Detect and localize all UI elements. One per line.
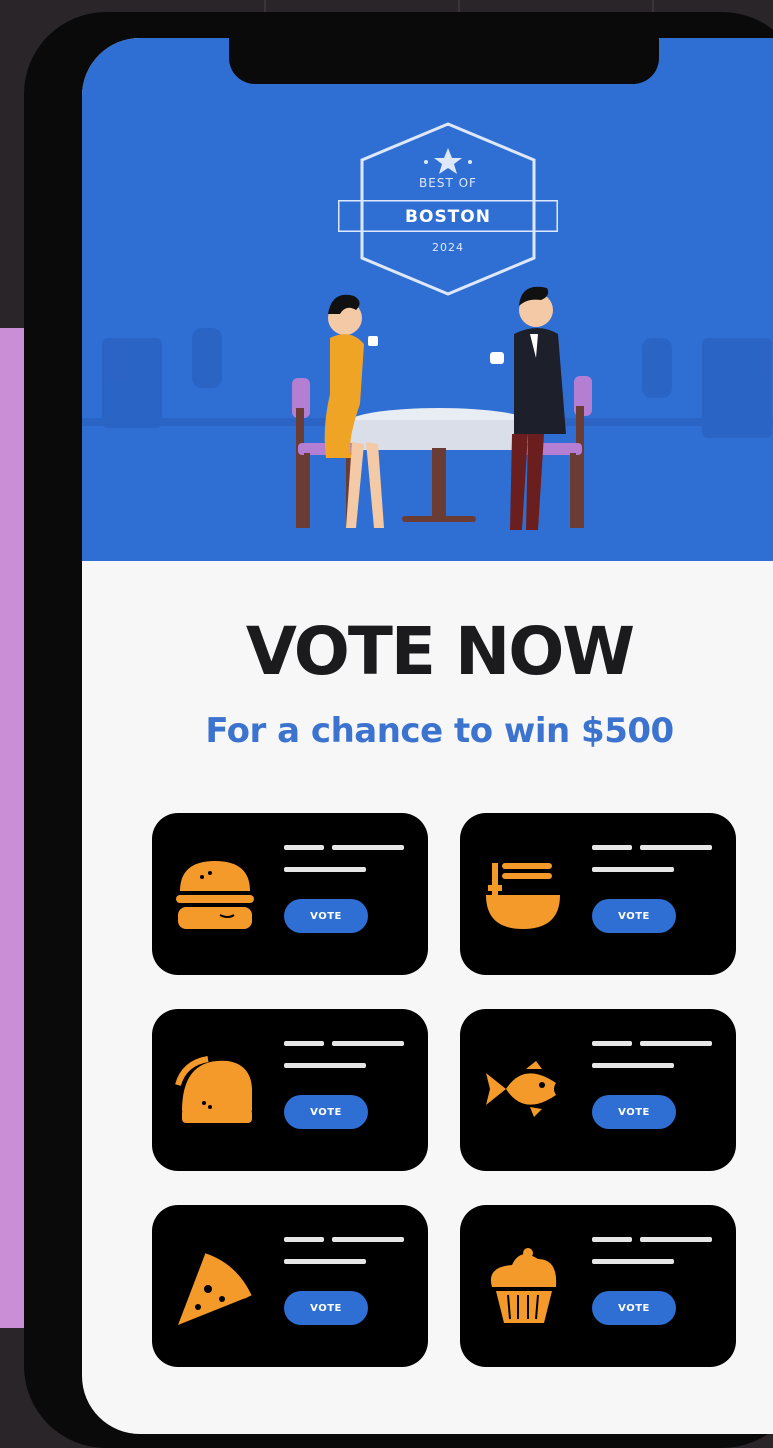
category-card-cupcake[interactable]: VOTE <box>460 1205 736 1367</box>
badge-top-text: BEST OF <box>419 176 477 190</box>
text-placeholder-line <box>284 867 366 872</box>
text-placeholder-line <box>592 1259 674 1264</box>
badge-city: BOSTON <box>405 207 491 227</box>
text-placeholder-line <box>284 1041 324 1046</box>
text-placeholder-line <box>592 867 674 872</box>
text-placeholder-line <box>332 845 404 850</box>
vote-button[interactable]: VOTE <box>284 1095 368 1129</box>
text-placeholder-line <box>284 1237 324 1242</box>
vote-button[interactable]: VOTE <box>284 899 368 933</box>
noodle-bowl-icon <box>486 863 560 929</box>
badge-year: 2024 <box>432 241 464 254</box>
text-placeholder-line <box>332 1237 404 1242</box>
fish-icon <box>486 1061 556 1117</box>
text-placeholder-line <box>284 1259 366 1264</box>
category-card-fish[interactable]: VOTE <box>460 1009 736 1171</box>
text-placeholder-line <box>592 1063 674 1068</box>
category-card-burger[interactable]: VOTE <box>152 813 428 975</box>
best-of-badge: BEST OF BOSTON 2024 <box>338 118 558 298</box>
text-placeholder-line <box>592 1041 632 1046</box>
page-title: VOTE NOW <box>245 613 635 690</box>
burger-icon <box>176 861 254 929</box>
text-placeholder-line <box>332 1041 404 1046</box>
category-card-pizza[interactable]: VOTE <box>152 1205 428 1367</box>
hero-banner: BEST OF BOSTON 2024 <box>82 38 773 561</box>
text-placeholder-line <box>284 1063 366 1068</box>
phone-frame: BEST OF BOSTON 2024 VOTE NOW For a chanc… <box>24 12 773 1448</box>
phone-screen: BEST OF BOSTON 2024 VOTE NOW For a chanc… <box>82 38 773 1434</box>
text-placeholder-line <box>640 1237 712 1242</box>
vote-button[interactable]: VOTE <box>592 1095 676 1129</box>
vote-button[interactable]: VOTE <box>592 1291 676 1325</box>
text-placeholder-line <box>640 1041 712 1046</box>
dining-scene-illustration <box>82 286 773 530</box>
text-placeholder-line <box>284 845 324 850</box>
vote-content: VOTE NOW For a chance to win $500 VOTE V… <box>82 561 773 1434</box>
text-placeholder-line <box>640 845 712 850</box>
background-lines <box>0 0 773 12</box>
category-card-noodles[interactable]: VOTE <box>460 813 736 975</box>
cupcake-icon <box>490 1248 557 1323</box>
vote-button[interactable]: VOTE <box>284 1291 368 1325</box>
category-card-taco[interactable]: VOTE <box>152 1009 428 1171</box>
prize-subtitle: For a chance to win $500 <box>205 711 674 751</box>
taco-icon <box>175 1056 252 1123</box>
text-placeholder-line <box>592 1237 632 1242</box>
text-placeholder-line <box>592 845 632 850</box>
vote-button[interactable]: VOTE <box>592 899 676 933</box>
pizza-slice-icon <box>178 1253 252 1325</box>
